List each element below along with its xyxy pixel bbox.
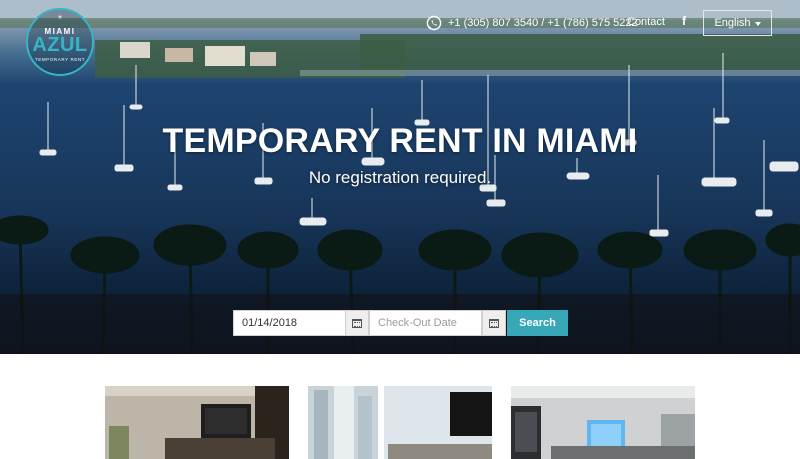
- language-label: English: [714, 17, 751, 29]
- whatsapp-icon: [426, 15, 442, 31]
- hero-banner: ☀ MIAMI AZUL TEMPORARY RENT +1 (305) 807…: [0, 0, 800, 354]
- checkout-calendar-button[interactable]: [482, 310, 506, 336]
- contact-link[interactable]: Contact: [627, 16, 665, 28]
- logo-line-3: TEMPORARY RENT: [34, 56, 86, 62]
- calendar-icon: [489, 318, 499, 328]
- listing-photo: [105, 386, 289, 459]
- checkin-calendar-button[interactable]: [345, 310, 369, 336]
- facebook-icon[interactable]: f: [682, 14, 686, 28]
- listing-photo: [308, 386, 492, 459]
- hero-title: TEMPORARY RENT IN MIAMI: [162, 122, 638, 160]
- search-button[interactable]: Search: [507, 310, 568, 336]
- language-dropdown[interactable]: English: [703, 10, 772, 36]
- calendar-icon: [352, 318, 362, 328]
- phone-link[interactable]: +1 (305) 807 3540 / +1 (786) 575 5222: [426, 13, 638, 33]
- listing-photo: [511, 386, 695, 459]
- caret-down-icon: [754, 21, 761, 26]
- hero-subtitle: No registration required.: [308, 168, 492, 187]
- logo-line-2: AZUL: [32, 33, 88, 56]
- phone-number: +1 (305) 807 3540 / +1 (786) 575 5222: [448, 17, 638, 29]
- listing-card[interactable]: [511, 386, 695, 459]
- listing-card[interactable]: [105, 386, 289, 459]
- checkin-date-input[interactable]: 01/14/2018: [233, 310, 346, 336]
- logo[interactable]: ☀ MIAMI AZUL TEMPORARY RENT: [26, 8, 94, 76]
- checkout-date-input[interactable]: Check-Out Date: [369, 310, 482, 336]
- palm-icon: ☀: [57, 15, 63, 21]
- listing-card[interactable]: [308, 386, 492, 459]
